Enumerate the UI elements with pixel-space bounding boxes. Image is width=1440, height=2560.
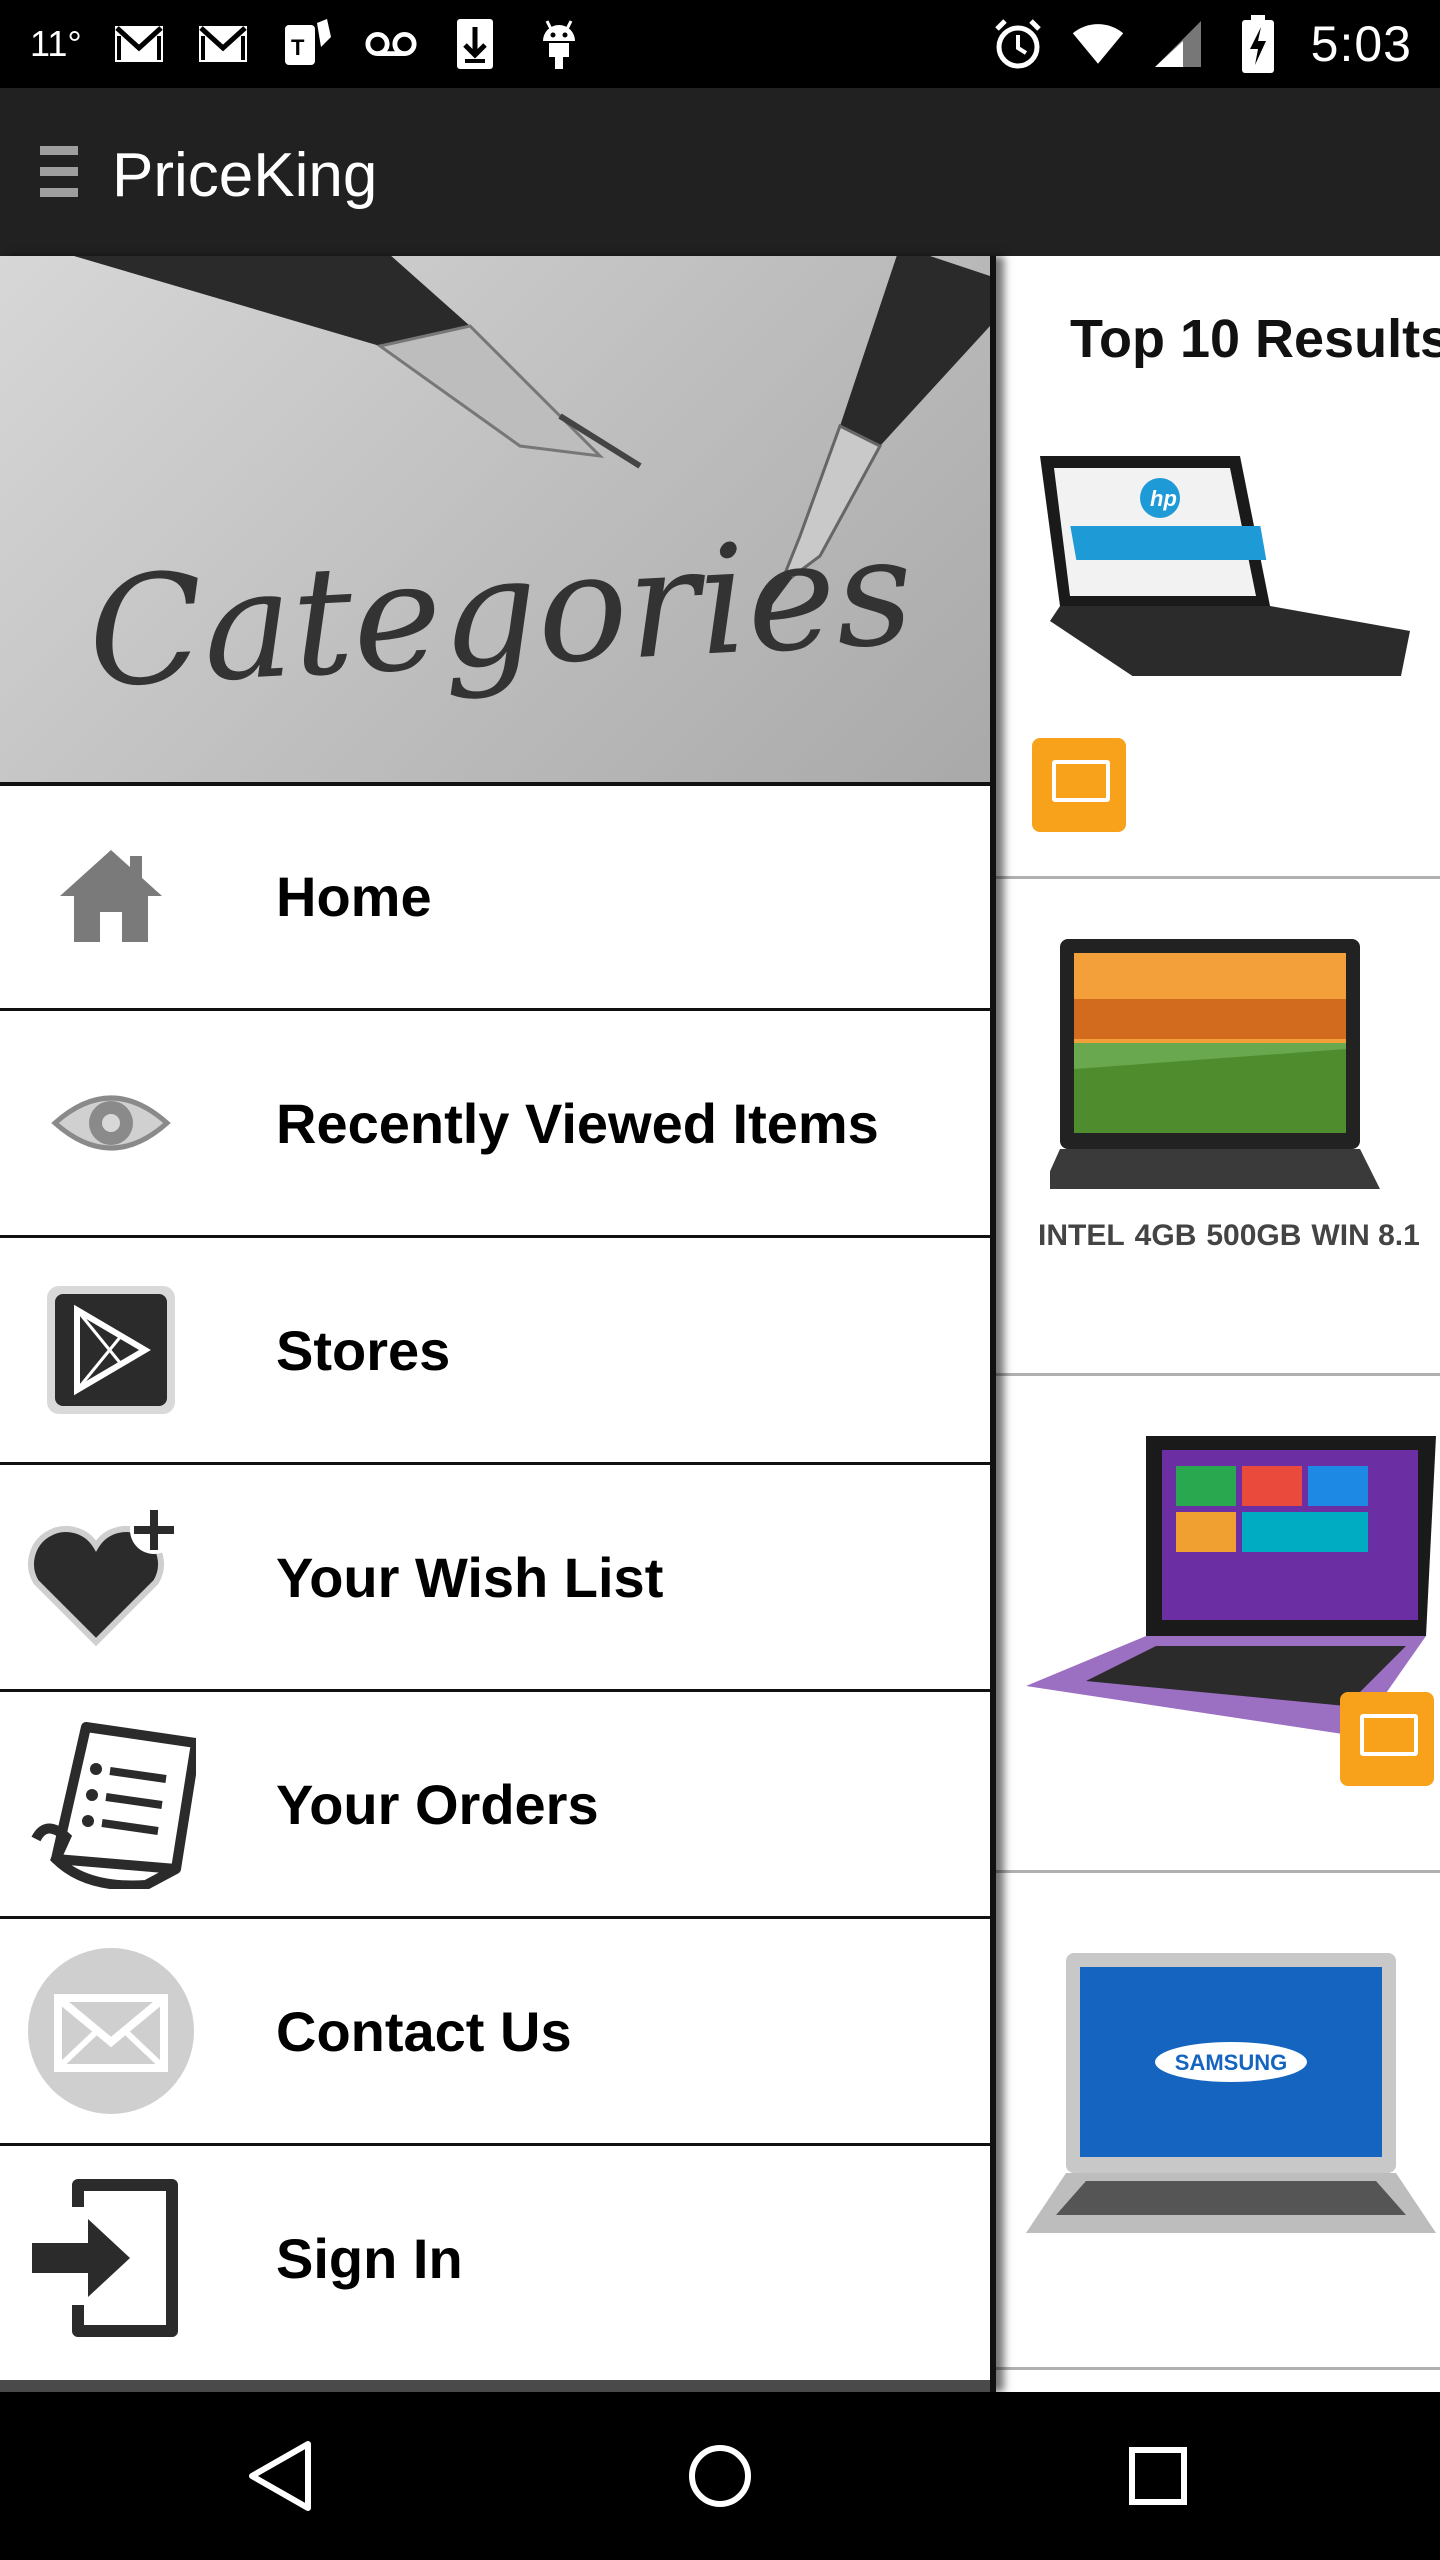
back-icon[interactable] (244, 2436, 324, 2516)
product-card[interactable]: SAMSUNG (996, 1873, 1440, 2367)
spec-label: WIN 8.1 (1311, 1219, 1420, 1252)
home-circle-icon[interactable] (680, 2436, 760, 2516)
menu-item-label: Contact Us (276, 1999, 572, 2063)
menu-item-label: Sign In (276, 2226, 463, 2290)
deal-badge-icon (1032, 738, 1126, 832)
eye-icon (26, 1038, 196, 1208)
status-bar: 11° T 5:03 (0, 0, 1440, 88)
deal-badge-icon (1340, 1692, 1434, 1786)
results-panel: Top 10 Results hp INTEL 4GB 500GB WIN 8.… (996, 256, 1440, 2392)
product-brand-text: SAMSUNG (1175, 2050, 1287, 2075)
battery-charging-icon (1231, 15, 1285, 73)
alarm-icon (991, 17, 1045, 71)
menu-item-label: Stores (276, 1318, 451, 1382)
envelope-icon (26, 1946, 196, 2116)
hamburger-icon[interactable] (40, 146, 78, 200)
download-icon (448, 17, 502, 71)
navigation-drawer: Categories Home Recently Viewed Items St… (0, 256, 996, 2392)
spec-row: INTEL 4GB 500GB WIN 8.1 (1038, 1219, 1420, 1253)
menu-item-contact-us[interactable]: Contact Us (0, 1919, 990, 2146)
android-icon (532, 17, 586, 71)
gmail-icon (112, 17, 166, 71)
product-card[interactable] (996, 1376, 1440, 1870)
menu-item-home[interactable]: Home (0, 784, 990, 1011)
app-bar: PriceKing (0, 88, 1440, 256)
spec-label: INTEL (1038, 1219, 1125, 1252)
menu-item-wish-list[interactable]: Your Wish List (0, 1465, 990, 1692)
product-card[interactable]: INTEL 4GB 500GB WIN 8.1 (996, 879, 1440, 1373)
drawer-header: Categories (0, 256, 990, 786)
wifi-icon (1071, 17, 1125, 71)
spec-label: 4GB (1134, 1219, 1197, 1252)
menu-item-recently-viewed[interactable]: Recently Viewed Items (0, 1011, 990, 1238)
product-brand-text: hp (1150, 486, 1177, 511)
recents-icon[interactable] (1118, 2436, 1198, 2516)
menu-item-sign-in[interactable]: Sign In (0, 2146, 990, 2370)
receipt-icon (26, 1719, 196, 1889)
temperature-text: 11° (30, 23, 82, 64)
product-card[interactable]: hp (996, 256, 1440, 876)
voicemail-icon (364, 17, 418, 71)
menu-item-label: Your Wish List (276, 1545, 664, 1609)
drawer-menu: Home Recently Viewed Items Stores Your W… (0, 784, 990, 2370)
home-icon (26, 811, 196, 981)
heart-plus-icon (26, 1492, 196, 1662)
spec-label: 500GB (1206, 1219, 1302, 1252)
menu-item-label: Home (276, 864, 432, 928)
app-title: PriceKing (112, 141, 378, 210)
product-image (1042, 939, 1430, 1199)
menu-item-label: Your Orders (276, 1772, 599, 1836)
clock-time: 5:03 (1310, 16, 1412, 72)
signal-icon (1151, 17, 1205, 71)
drawer-bottom-edge (0, 2380, 990, 2392)
play-store-icon (26, 1265, 196, 1435)
product-image: SAMSUNG (1026, 1953, 1440, 2253)
svg-text:T: T (291, 35, 305, 60)
product-image (1026, 1436, 1440, 1736)
menu-item-label: Recently Viewed Items (276, 1091, 879, 1155)
system-nav-bar (0, 2392, 1440, 2560)
sign-in-icon (26, 2173, 196, 2343)
tmobile-icon: T (280, 17, 334, 71)
product-image: hp (1030, 456, 1410, 681)
gmail-icon (196, 17, 250, 71)
menu-item-orders[interactable]: Your Orders (0, 1692, 990, 1919)
menu-item-stores[interactable]: Stores (0, 1238, 990, 1465)
